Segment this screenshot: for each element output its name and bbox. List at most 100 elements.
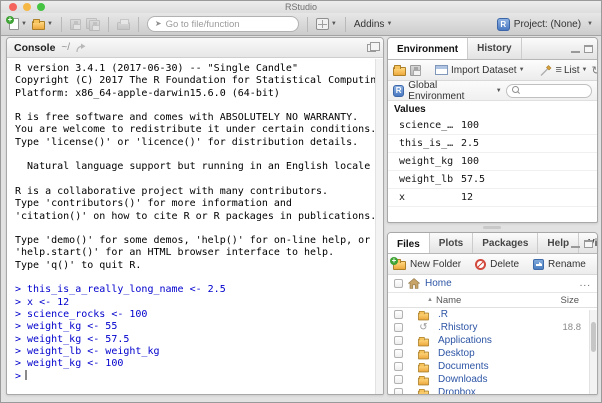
environment-toolbar: Import Dataset ▼ ≡ List ▼ ↻ bbox=[388, 60, 597, 81]
console-command-line: > weight_kg <- 100 bbox=[15, 358, 371, 370]
variable-name: weight_kg bbox=[399, 156, 461, 167]
console-command-line: > x <- 12 bbox=[15, 297, 371, 309]
tab-files[interactable]: Files bbox=[388, 233, 430, 254]
clear-environment-button[interactable] bbox=[539, 64, 552, 77]
history-file-icon: ↺ bbox=[419, 323, 427, 333]
files-list: .R ↺ .Rhistory 18.8 Applications bbox=[388, 308, 597, 395]
r-project-icon: R bbox=[497, 18, 510, 31]
tab-packages[interactable]: Packages bbox=[473, 233, 538, 253]
scrollbar-thumb[interactable] bbox=[591, 322, 596, 352]
file-checkbox[interactable] bbox=[394, 336, 403, 345]
select-all-checkbox[interactable] bbox=[394, 279, 403, 288]
minimize-window-button[interactable] bbox=[23, 3, 31, 11]
column-name-header[interactable]: Name bbox=[436, 295, 461, 306]
console-prompt-line[interactable]: > bbox=[15, 370, 371, 383]
file-checkbox[interactable] bbox=[394, 349, 403, 358]
console-startup-text: R version 3.4.1 (2017-06-30) -- "Single … bbox=[15, 63, 371, 284]
environment-variable-row[interactable]: science_… 100 bbox=[388, 117, 597, 135]
folder-icon bbox=[418, 364, 429, 372]
file-row[interactable]: Dropbox bbox=[388, 386, 597, 395]
main-toolbar: ▼ ▼ ➤ ▼ Addins▼ R Project: (None) ▼ bbox=[1, 13, 601, 36]
maximize-pane-icon[interactable] bbox=[584, 45, 593, 53]
environment-variable-row[interactable]: this_is_… 2.5 bbox=[388, 135, 597, 153]
file-name-link[interactable]: Documents bbox=[438, 361, 489, 372]
file-name-link[interactable]: Dropbox bbox=[438, 387, 476, 395]
files-breadcrumb: Home ... bbox=[388, 275, 597, 293]
pane-window-buttons bbox=[571, 240, 593, 248]
save-all-button[interactable] bbox=[86, 18, 100, 31]
file-checkbox[interactable] bbox=[394, 323, 403, 332]
close-window-button[interactable] bbox=[9, 3, 17, 11]
chevron-down-icon: ▼ bbox=[496, 88, 502, 94]
refresh-icon[interactable]: ↻ bbox=[591, 64, 597, 77]
more-options-button[interactable]: ... bbox=[580, 278, 591, 289]
project-button[interactable]: R Project: (None) ▼ bbox=[497, 18, 593, 31]
pane-splitter-handle[interactable] bbox=[483, 226, 501, 229]
tab-history[interactable]: History bbox=[468, 38, 521, 59]
file-name-link[interactable]: Downloads bbox=[438, 374, 487, 385]
save-button[interactable] bbox=[70, 19, 81, 30]
maximize-pane-icon[interactable] bbox=[584, 240, 593, 248]
console-line: You are welcome to redistribute it under… bbox=[15, 124, 371, 136]
environment-variable-row[interactable]: weight_lb 57.5 bbox=[388, 171, 597, 189]
breadcrumb-home-link[interactable]: Home bbox=[425, 278, 452, 289]
load-workspace-button[interactable] bbox=[393, 64, 406, 76]
console-line: Type 'contributors()' for more informati… bbox=[15, 198, 371, 210]
minimize-pane-icon[interactable] bbox=[571, 240, 580, 248]
list-view-button[interactable]: ≡ List ▼ bbox=[556, 65, 588, 76]
console-line bbox=[15, 223, 371, 235]
tab-environment[interactable]: Environment bbox=[388, 38, 468, 60]
maximize-pane-icon[interactable] bbox=[367, 44, 376, 52]
rename-button[interactable]: Rename bbox=[533, 259, 586, 270]
minimize-pane-icon[interactable] bbox=[571, 45, 580, 53]
chevron-down-icon: ▼ bbox=[386, 21, 392, 27]
zoom-window-button[interactable] bbox=[37, 3, 45, 11]
console-prompt: > bbox=[15, 371, 21, 382]
console-command-history: > this_is_a_really_long_name <- 2.5> x <… bbox=[15, 284, 371, 370]
addins-button[interactable]: Addins▼ bbox=[354, 19, 393, 30]
console-line: 'citation()' on how to cite R or R packa… bbox=[15, 211, 371, 223]
console-line: 'help.start()' for an HTML browser inter… bbox=[15, 247, 371, 259]
console-pane-title: Console bbox=[14, 42, 55, 54]
variable-value: 57.5 bbox=[461, 174, 485, 185]
new-file-button[interactable]: ▼ bbox=[9, 18, 27, 30]
open-in-window-icon[interactable] bbox=[76, 43, 87, 53]
files-scrollbar[interactable] bbox=[589, 310, 597, 394]
column-size-header[interactable]: Size bbox=[561, 295, 579, 306]
console-output[interactable]: R version 3.4.1 (2017-06-30) -- "Single … bbox=[7, 58, 383, 394]
open-file-button[interactable]: ▼ bbox=[32, 18, 53, 30]
save-workspace-button[interactable] bbox=[410, 65, 421, 76]
file-checkbox[interactable] bbox=[394, 388, 403, 395]
environment-variable-row[interactable]: x 12 bbox=[388, 189, 597, 207]
traffic-lights bbox=[9, 3, 45, 11]
file-name-link[interactable]: Desktop bbox=[438, 348, 475, 359]
import-dataset-button[interactable]: Import Dataset ▼ bbox=[435, 65, 525, 76]
file-name-link[interactable]: Applications bbox=[438, 335, 492, 346]
file-row[interactable]: ↺ .Rhistory 18.8 bbox=[388, 321, 597, 334]
goto-file-input[interactable] bbox=[166, 19, 291, 30]
tab-plots[interactable]: Plots bbox=[430, 233, 473, 253]
new-folder-button[interactable]: New Folder bbox=[393, 258, 461, 270]
file-checkbox[interactable] bbox=[394, 310, 403, 319]
environment-scope-label[interactable]: Global Environment bbox=[408, 80, 490, 102]
text-cursor bbox=[25, 370, 27, 380]
file-name-link[interactable]: .R bbox=[438, 309, 448, 320]
console-scrollbar[interactable] bbox=[375, 59, 383, 394]
file-name-link[interactable]: .Rhistory bbox=[438, 322, 477, 333]
file-checkbox[interactable] bbox=[394, 362, 403, 371]
print-button[interactable] bbox=[117, 18, 130, 30]
files-toolbar: New Folder Delete Rename More bbox=[388, 254, 597, 275]
file-row[interactable]: Desktop bbox=[388, 347, 597, 360]
file-row[interactable]: Documents bbox=[388, 360, 597, 373]
environment-search[interactable] bbox=[506, 84, 592, 98]
delete-button[interactable]: Delete bbox=[475, 259, 519, 270]
file-row[interactable]: .R bbox=[388, 308, 597, 321]
file-checkbox[interactable] bbox=[394, 375, 403, 384]
environment-variable-row[interactable]: weight_kg 100 bbox=[388, 153, 597, 171]
window-title: RStudio bbox=[1, 1, 601, 13]
file-row[interactable]: Applications bbox=[388, 334, 597, 347]
file-row[interactable]: Downloads bbox=[388, 373, 597, 386]
titlebar: RStudio bbox=[1, 1, 601, 13]
pane-layout-button[interactable]: ▼ bbox=[316, 18, 337, 30]
chevron-down-icon: ▼ bbox=[21, 21, 27, 27]
